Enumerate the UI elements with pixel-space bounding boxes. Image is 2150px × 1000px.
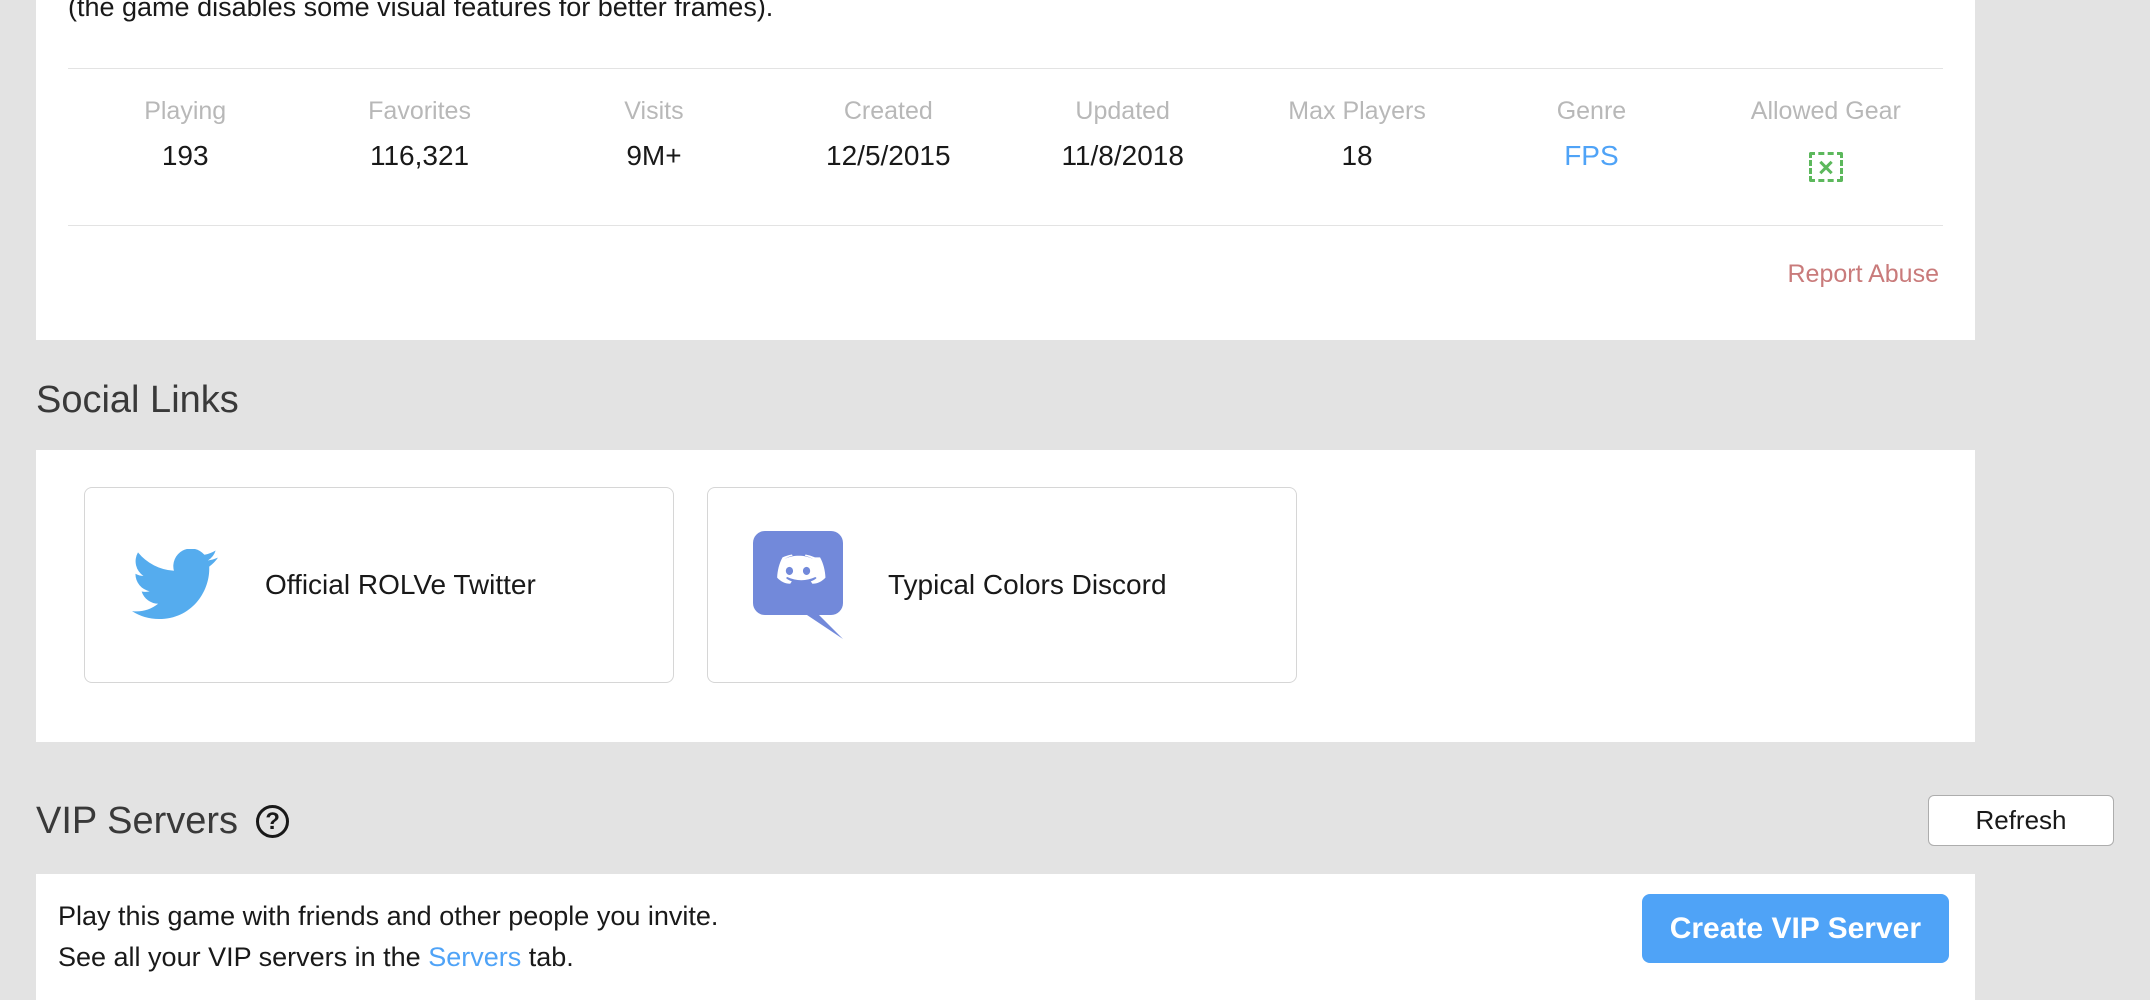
servers-tab-link[interactable]: Servers xyxy=(428,942,521,972)
social-tile-label-twitter: Official ROLVe Twitter xyxy=(265,569,536,600)
stat-value-visits: 9M+ xyxy=(626,140,682,171)
vip-copy-line-2-suffix: tab. xyxy=(521,942,574,972)
about-card: (the game disables some visual features … xyxy=(36,0,1975,340)
social-links-card: Official ROLVe Twitter Typical Colors Di… xyxy=(36,450,1975,742)
gear-disallowed-icon xyxy=(1808,152,1843,182)
stat-label-updated: Updated xyxy=(1075,97,1170,125)
vip-copy-line-1: Play this game with friends and other pe… xyxy=(58,901,719,931)
stat-label-playing: Playing xyxy=(144,97,227,125)
social-links-heading: Social Links xyxy=(36,379,239,421)
stat-visits: Visits 9M+ xyxy=(537,70,771,174)
stat-label-created: Created xyxy=(843,97,933,125)
stat-value-max-players: 18 xyxy=(1341,140,1373,171)
game-details-page: (the game disables some visual features … xyxy=(0,0,2150,1000)
stat-favorites: Favorites 116,321 xyxy=(302,70,536,174)
game-stats-row: Playing 193 Favorites 116,321 Visits 9M+… xyxy=(68,70,1943,191)
stat-created: Created 12/5/2015 xyxy=(771,70,1005,174)
stat-genre: Genre FPS xyxy=(1474,70,1708,174)
social-tile-discord[interactable]: Typical Colors Discord xyxy=(707,487,1297,683)
stat-label-favorites: Favorites xyxy=(368,97,471,125)
vip-servers-copy: Play this game with friends and other pe… xyxy=(58,896,718,978)
stat-value-allowed-gear xyxy=(1709,138,1943,191)
stat-updated: Updated 11/8/2018 xyxy=(1006,70,1240,174)
social-tile-twitter[interactable]: Official ROLVe Twitter xyxy=(84,487,674,683)
stat-label-visits: Visits xyxy=(624,97,684,125)
vip-copy-line-2: See all your VIP servers in the Servers … xyxy=(58,937,718,978)
refresh-button[interactable]: Refresh xyxy=(1928,795,2114,846)
stat-value-favorites: 116,321 xyxy=(369,140,470,171)
stat-label-genre: Genre xyxy=(1556,97,1627,125)
stat-value-updated: 11/8/2018 xyxy=(1061,140,1184,171)
vip-servers-card: Play this game with friends and other pe… xyxy=(36,874,1975,1000)
social-tile-label-discord: Typical Colors Discord xyxy=(888,569,1167,600)
discord-icon xyxy=(708,531,888,639)
create-vip-server-button[interactable]: Create VIP Server xyxy=(1641,894,1949,963)
about-description-line: (the game disables some visual features … xyxy=(68,0,774,22)
stat-label-allowed-gear: Allowed Gear xyxy=(1750,97,1901,125)
stat-value-genre[interactable]: FPS xyxy=(1474,138,1708,174)
stats-divider-top xyxy=(68,68,1943,69)
stat-value-created: 12/5/2015 xyxy=(826,140,951,171)
stat-playing: Playing 193 xyxy=(68,70,302,174)
stat-max-players: Max Players 18 xyxy=(1240,70,1474,174)
vip-copy-line-2-prefix: See all your VIP servers in the xyxy=(58,942,429,972)
stat-value-playing: 193 xyxy=(161,140,209,171)
stat-allowed-gear: Allowed Gear xyxy=(1709,70,1943,191)
help-circle-icon[interactable]: ? xyxy=(256,804,290,838)
twitter-icon xyxy=(85,549,265,621)
help-icon-glyph: ? xyxy=(265,807,280,835)
report-abuse-link[interactable]: Report Abuse xyxy=(1788,260,1940,289)
vip-servers-heading-group: VIP Servers ? xyxy=(36,797,290,845)
vip-servers-heading: VIP Servers xyxy=(36,800,239,842)
stats-divider-bottom xyxy=(68,225,1943,226)
social-links-row: Official ROLVe Twitter Typical Colors Di… xyxy=(84,487,1975,683)
stat-label-max-players: Max Players xyxy=(1288,97,1426,125)
